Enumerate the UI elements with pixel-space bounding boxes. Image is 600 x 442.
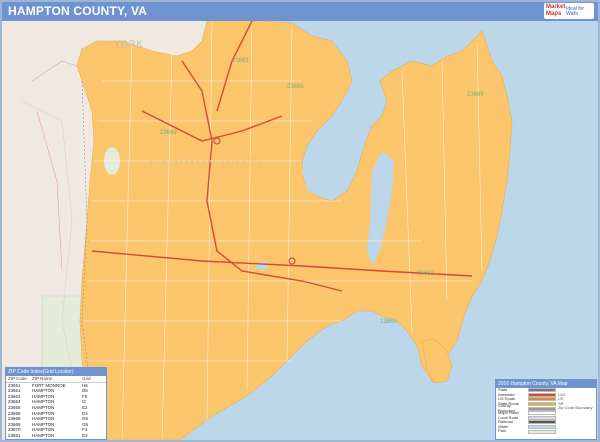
legend-symbol — [528, 392, 556, 397]
legend-label: Park — [498, 429, 507, 434]
zip-index-cell: HAMPTON — [32, 432, 55, 438]
legend-symbol — [528, 425, 556, 430]
zip-label-6: 23666 — [380, 319, 397, 325]
logo-text-1: Market — [546, 4, 566, 10]
legend-symbol — [528, 406, 556, 411]
zip-label-2: 23665 — [287, 84, 304, 90]
title-bar: HAMPTON COUNTY, VA Market Maps Ideal for… — [2, 2, 598, 21]
legend-rows: State Interstate I-64 US Route US State Route… — [496, 388, 596, 434]
zip-index-cell: 23681 — [8, 432, 21, 438]
legend-value: Zip Code Boundary — [558, 406, 593, 411]
map-title: HAMPTON COUNTY, VA — [8, 4, 148, 18]
map-legend: 2016 Hampton County, VA Map State Interst… — [495, 379, 597, 440]
place-label-york: YORK — [114, 39, 144, 49]
logo-text-3: Ideal for Walls — [566, 6, 585, 17]
zip-label-5: 23663 — [417, 271, 434, 277]
zip-index-cell: E3 — [82, 432, 88, 438]
legend-symbol — [528, 402, 556, 407]
legend-symbol — [528, 388, 556, 393]
legend-symbol — [528, 411, 556, 416]
zip-index-header: ZIP Code ZIP Name Grid — [6, 376, 106, 383]
zip-label-3: 23669 — [467, 92, 484, 98]
logo-text-2: Maps — [546, 11, 562, 17]
legend-row: Park — [496, 429, 596, 434]
legend-title: 2016 Hampton County, VA Map — [496, 380, 596, 388]
zip-index-row: 23681 HAMPTON E3 — [6, 433, 106, 439]
place-label-city: HAMPTON (CITY) — [150, 156, 263, 170]
zip-code-index: ZIP Code Index(Grid Locator) ZIP Code ZIP… — [5, 367, 107, 440]
map-poster: HAMPTON COUNTY, VA Market Maps Ideal for… — [0, 0, 600, 442]
publisher-logo: Market Maps Ideal for Walls — [544, 3, 594, 19]
zip-index-title: ZIP Code Index(Grid Locator) — [6, 368, 106, 376]
zip-label-4: 23669 — [160, 130, 177, 136]
legend-symbol — [528, 429, 556, 434]
legend-symbol — [528, 397, 556, 402]
legend-symbol — [528, 420, 556, 425]
legend-symbol — [528, 415, 556, 420]
zip-label-1: 23661 — [232, 58, 249, 64]
zip-index-rows: 23651 FORT MONROE H6 23661 HAMPTON D6 23663 HAM… — [6, 383, 106, 439]
